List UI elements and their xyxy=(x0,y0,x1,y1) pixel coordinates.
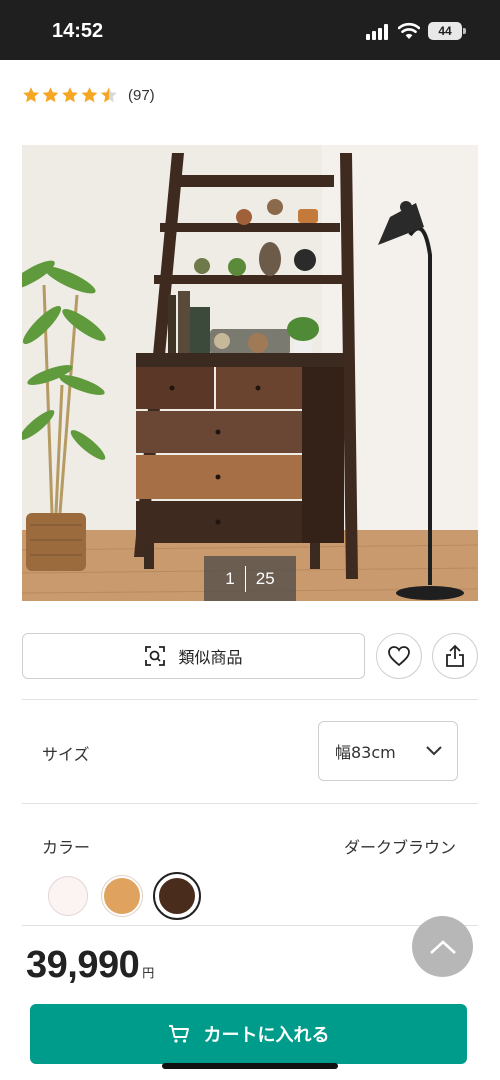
share-button[interactable] xyxy=(432,633,478,679)
size-value: 幅83cm xyxy=(335,743,396,762)
size-select[interactable]: 幅83cm xyxy=(318,721,458,781)
divider xyxy=(22,803,478,804)
status-bar: 14:52 44 xyxy=(0,0,500,60)
home-indicator[interactable] xyxy=(162,1063,338,1069)
cart-icon xyxy=(168,1025,189,1043)
heart-icon xyxy=(388,646,410,667)
favorite-button[interactable] xyxy=(376,633,422,679)
similar-products-label: 類似商品 xyxy=(178,648,243,667)
color-swatch-dark-brown[interactable] xyxy=(153,872,201,920)
product-image[interactable] xyxy=(22,145,478,601)
image-search-icon xyxy=(145,646,166,666)
review-count[interactable]: (97) xyxy=(128,87,155,104)
color-swatch-white[interactable] xyxy=(48,876,88,916)
similar-products-button[interactable]: 類似商品 xyxy=(22,633,365,679)
size-label: サイズ xyxy=(42,745,90,764)
selected-color-name: ダークブラウン xyxy=(343,838,456,857)
image-current: 1 xyxy=(225,568,235,588)
scroll-to-top-button[interactable] xyxy=(412,916,473,977)
image-counter: 1 25 xyxy=(204,556,296,601)
price: 39,990 円 xyxy=(26,944,154,987)
signal-icon xyxy=(366,24,390,40)
color-label: カラー xyxy=(42,838,91,857)
star-icon xyxy=(23,87,117,103)
color-swatch-natural[interactable] xyxy=(102,876,142,916)
price-unit: 円 xyxy=(142,966,154,980)
chevron-up-icon xyxy=(429,939,456,954)
add-to-cart-label: カートに入れる xyxy=(203,1025,330,1046)
add-to-cart-button[interactable]: カートに入れる xyxy=(30,1004,467,1064)
counter-divider xyxy=(244,565,246,592)
status-time: 14:52 xyxy=(52,20,104,42)
rating[interactable]: (97) xyxy=(22,84,155,106)
wifi-icon xyxy=(398,22,420,39)
product-photo xyxy=(22,145,478,601)
battery-icon: 44 xyxy=(428,22,466,40)
divider xyxy=(22,925,478,926)
price-amount: 39,990 xyxy=(26,944,140,986)
share-icon xyxy=(446,644,464,667)
chevron-down-icon xyxy=(426,746,442,756)
divider xyxy=(22,699,478,700)
image-total: 25 xyxy=(255,568,275,588)
